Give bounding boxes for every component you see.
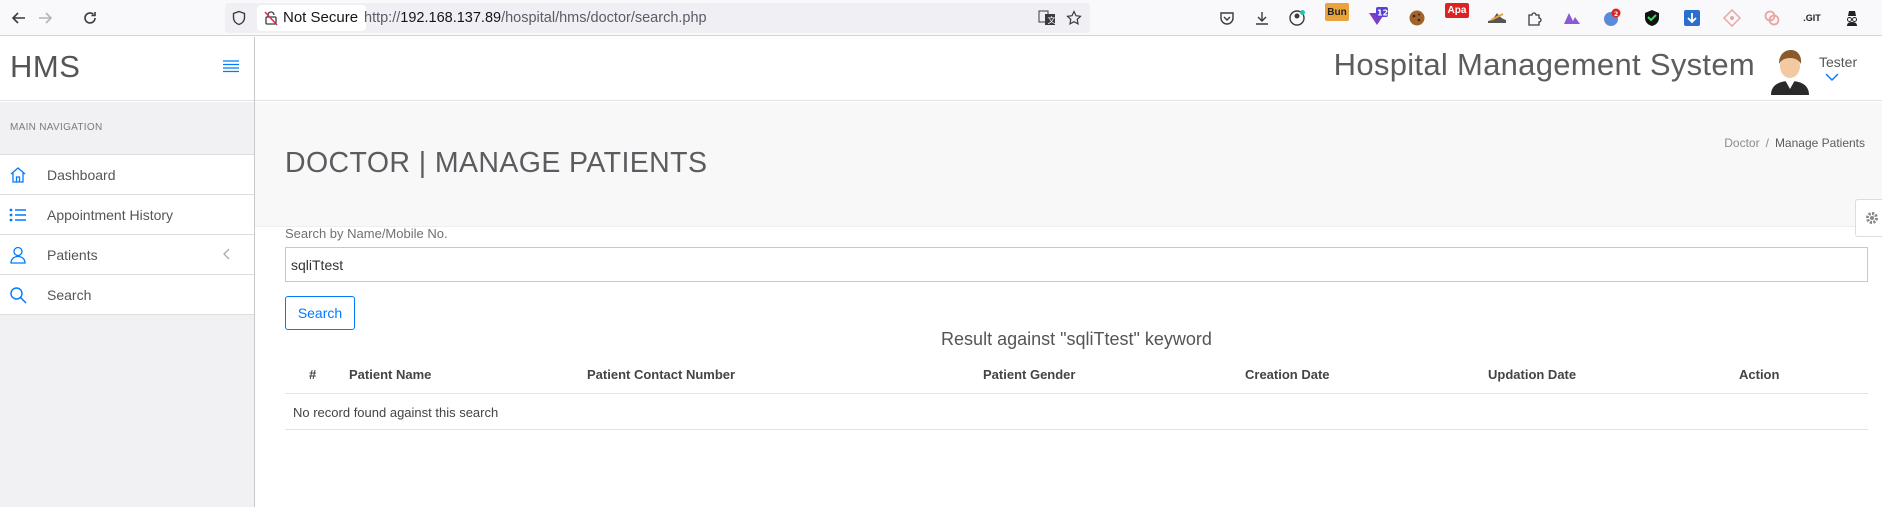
nav-section-header: MAIN NAVIGATION xyxy=(0,102,254,155)
breadcrumb-separator: / xyxy=(1765,136,1769,150)
apa-extension-icon[interactable]: Apa xyxy=(1445,3,1469,18)
app-title: Hospital Management System xyxy=(1333,47,1755,82)
home-icon xyxy=(8,166,28,184)
column-header-creation-date: Creation Date xyxy=(1245,367,1330,382)
sidebar-item-patients[interactable]: Patients xyxy=(0,235,254,275)
search-button[interactable]: Search xyxy=(285,296,355,330)
shield-icon[interactable] xyxy=(231,10,247,26)
sidebar-item-dashboard[interactable]: Dashboard xyxy=(0,155,254,195)
empty-result-message: No record found against this search xyxy=(293,405,499,420)
diamond-extension-icon[interactable] xyxy=(1720,6,1744,30)
sidebar-item-label: Dashboard xyxy=(47,167,116,183)
breadcrumb: Doctor / Manage Patients xyxy=(1724,136,1865,150)
spy-extension-icon[interactable] xyxy=(1840,6,1864,30)
column-header-patient-name: Patient Name xyxy=(349,367,432,382)
gear-icon xyxy=(1866,212,1878,224)
settings-panel-toggle[interactable] xyxy=(1855,199,1882,237)
search-input[interactable] xyxy=(285,247,1868,282)
burp-extension-icon[interactable]: Bun xyxy=(1325,3,1349,21)
sidebar-item-search[interactable]: Search xyxy=(0,275,254,315)
username[interactable]: Tester xyxy=(1819,54,1857,70)
chevron-down-icon[interactable] xyxy=(1825,73,1839,81)
sidebar-toggle-icon[interactable] xyxy=(222,60,240,74)
not-secure-label: Not Secure xyxy=(283,9,359,26)
page-header: DOCTOR | MANAGE PATIENTS Doctor / Manage P… xyxy=(255,102,1882,227)
reload-icon xyxy=(84,12,96,24)
column-header-number: # xyxy=(309,367,317,382)
insecure-lock-icon xyxy=(264,11,278,26)
back-arrow-icon xyxy=(11,12,25,24)
svg-text:文: 文 xyxy=(1048,15,1056,25)
table-row: No record found against this search xyxy=(285,394,1868,430)
sidebar-item-label: Appointment History xyxy=(47,207,174,223)
reload-button[interactable] xyxy=(78,6,102,30)
pocket-icon[interactable] xyxy=(1215,6,1239,30)
list-icon xyxy=(8,206,28,224)
breadcrumb-doctor[interactable]: Doctor xyxy=(1724,136,1759,150)
sidebar-item-label: Search xyxy=(47,287,92,303)
column-header-action: Action xyxy=(1739,367,1780,382)
account-icon[interactable] xyxy=(1285,6,1309,30)
download-box-icon[interactable] xyxy=(1680,6,1704,30)
wappalyzer-icon[interactable] xyxy=(1560,6,1584,30)
bookmark-star-icon[interactable] xyxy=(1066,10,1082,26)
globe-badge-icon[interactable]: 2 xyxy=(1600,6,1624,30)
cookie-icon[interactable] xyxy=(1405,6,1429,30)
user-icon xyxy=(8,246,28,264)
patients-table: # Patient Name Patient Contact Number Pa… xyxy=(285,358,1868,430)
link-extension-icon[interactable] xyxy=(1760,6,1784,30)
sidebar-item-appointment-history[interactable]: Appointment History xyxy=(0,195,254,235)
svg-text:2: 2 xyxy=(1614,11,1618,18)
sidebar-item-label: Patients xyxy=(47,247,98,263)
top-navbar: HMS Hospital Management System Tester xyxy=(0,37,1882,101)
not-secure-indicator[interactable]: Not Secure xyxy=(257,5,367,31)
breadcrumb-current: Manage Patients xyxy=(1774,136,1865,150)
column-header-contact-number: Patient Contact Number xyxy=(587,367,736,382)
sidebar: MAIN NAVIGATION Dashboard Appointment Hi… xyxy=(0,102,254,507)
url-text[interactable]: http://192.168.137.89/hospital/hms/docto… xyxy=(364,3,707,33)
user-avatar[interactable] xyxy=(1769,47,1811,95)
forward-button[interactable] xyxy=(33,6,57,30)
search-icon xyxy=(8,286,28,304)
brand-logo[interactable]: HMS xyxy=(10,49,80,85)
translate-icon[interactable]: 文 xyxy=(1038,10,1056,26)
back-button[interactable] xyxy=(7,6,31,30)
git-extension-icon[interactable]: .GIT xyxy=(1800,6,1824,30)
result-heading: Result against "sqliTtest" keyword xyxy=(941,329,1212,349)
address-bar[interactable]: Not Secure http://192.168.137.89/hospita… xyxy=(225,3,1090,33)
chevron-left-icon[interactable] xyxy=(222,248,230,260)
counter-extension-icon[interactable]: 12 xyxy=(1365,6,1389,30)
shield-green-icon[interactable] xyxy=(1640,6,1664,30)
browser-toolbar: Not Secure http://192.168.137.89/hospita… xyxy=(0,0,1882,36)
page-title: DOCTOR | MANAGE PATIENTS xyxy=(285,147,708,179)
shoe-extension-icon[interactable] xyxy=(1485,6,1509,30)
counter-badge: 12 xyxy=(1377,9,1388,18)
column-header-gender: Patient Gender xyxy=(983,367,1076,382)
column-header-updation-date: Updation Date xyxy=(1488,367,1577,382)
table-header-row: # Patient Name Patient Contact Number Pa… xyxy=(285,358,1868,394)
downloads-icon[interactable] xyxy=(1250,6,1274,30)
forward-arrow-icon xyxy=(39,12,53,24)
search-label: Search by Name/Mobile No. xyxy=(285,226,448,241)
extensions-puzzle-icon[interactable] xyxy=(1522,6,1546,30)
